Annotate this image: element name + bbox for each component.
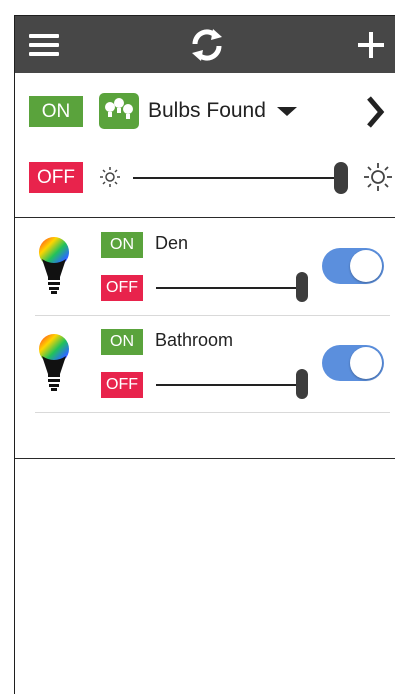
bulb-row-den: ON Den OFF: [15, 218, 395, 315]
den-name: Den: [155, 233, 189, 253]
den-off-button[interactable]: OFF: [101, 275, 143, 301]
app-frame: ON Bulbs Found OFF ON Den OFF ON Bathroo…: [14, 15, 395, 694]
group-on-button[interactable]: ON: [29, 96, 83, 127]
color-bulb-icon: [37, 334, 71, 394]
group-controls: ON Bulbs Found OFF: [15, 73, 395, 218]
group-selector-label[interactable]: Bulbs Found: [148, 99, 266, 123]
bulb-row-bathroom: ON Bathroom OFF: [15, 315, 395, 412]
bathroom-brightness-slider[interactable]: [156, 384, 298, 386]
caret-down-icon[interactable]: [277, 107, 297, 116]
den-power-toggle[interactable]: [322, 248, 384, 284]
bathroom-on-button[interactable]: ON: [101, 329, 143, 355]
sun-large-icon: [363, 162, 393, 192]
row-divider: [35, 412, 390, 413]
group-brightness-knob[interactable]: [334, 162, 348, 194]
bathroom-off-button[interactable]: OFF: [101, 372, 143, 398]
den-brightness-slider[interactable]: [156, 287, 298, 289]
chevron-right-icon[interactable]: [363, 94, 387, 130]
toggle-knob: [350, 250, 382, 282]
den-brightness-knob[interactable]: [296, 272, 308, 302]
plus-icon[interactable]: [351, 16, 391, 73]
app-header: [15, 16, 395, 73]
group-brightness-slider[interactable]: [133, 177, 343, 179]
bathroom-brightness-knob[interactable]: [296, 369, 308, 399]
group-off-button[interactable]: OFF: [29, 162, 83, 193]
bulbs-group-icon[interactable]: [99, 93, 139, 129]
sun-small-icon: [99, 166, 121, 188]
hamburger-menu-icon[interactable]: [25, 16, 63, 73]
bulb-list: ON Den OFF ON Bathroom OFF: [15, 218, 395, 459]
bathroom-name: Bathroom: [155, 330, 234, 350]
refresh-icon[interactable]: [183, 16, 231, 73]
bathroom-power-toggle[interactable]: [322, 345, 384, 381]
toggle-knob: [350, 347, 382, 379]
color-bulb-icon: [37, 237, 71, 297]
den-on-button[interactable]: ON: [101, 232, 143, 258]
